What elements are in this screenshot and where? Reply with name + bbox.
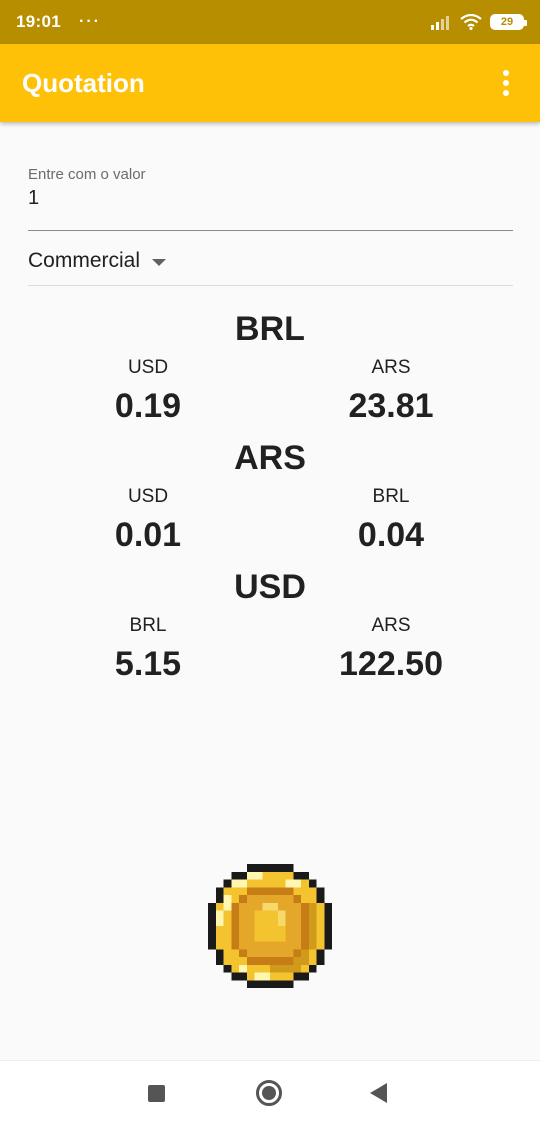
quote-cell-label: BRL	[372, 486, 410, 507]
quote-cell-value: 5.15	[114, 645, 182, 683]
quote-cell-value: 0.04	[357, 516, 425, 554]
quote-cell: USD 0.19	[48, 357, 248, 426]
amount-field[interactable]: Entre com o valor	[28, 162, 513, 231]
status-icons: 29	[430, 14, 527, 30]
navigation-bar	[0, 1060, 540, 1124]
quote-cell-label: USD	[127, 486, 169, 507]
quote-group-title: ARS	[234, 439, 306, 477]
quote-type-dropdown[interactable]: Commercial	[28, 243, 513, 286]
status-bar: 19:01 ··· 29	[0, 0, 540, 44]
quote-cell-value: 0.19	[114, 387, 182, 425]
quote-cell-label: BRL	[129, 615, 167, 636]
recents-square-icon[interactable]	[148, 1085, 165, 1102]
arrow-drop-down-icon	[152, 259, 167, 266]
quote-cell: BRL 0.04	[291, 486, 491, 555]
quote-group-title: BRL	[235, 310, 305, 348]
notification-dots-icon: ···	[78, 13, 101, 30]
home-circle-icon[interactable]	[256, 1080, 282, 1106]
signal-icon	[431, 16, 449, 30]
app-title: Quotation	[22, 67, 145, 98]
quote-cell-value: 122.50	[339, 645, 443, 683]
battery-icon: 29	[490, 14, 527, 30]
quote-cell-label: ARS	[371, 615, 411, 636]
quote-cell-value: 23.81	[348, 387, 434, 425]
quote-cell: ARS 23.81	[291, 357, 491, 426]
quote-cell: ARS 122.50	[291, 615, 491, 684]
quote-cell-label: ARS	[371, 357, 411, 378]
quote-cell: BRL 5.15	[48, 615, 248, 684]
wifi-icon	[460, 14, 482, 30]
quote-cell-value: 0.01	[114, 516, 182, 554]
battery-level: 29	[500, 16, 514, 28]
pixel-coin-icon	[208, 864, 332, 988]
back-triangle-icon[interactable]	[370, 1083, 387, 1103]
quote-cell-label: USD	[127, 357, 169, 378]
quote-type-value: Commercial	[28, 249, 141, 272]
more-vert-icon[interactable]	[494, 63, 518, 103]
amount-label: Entre com o valor	[28, 166, 146, 183]
amount-input[interactable]	[28, 187, 513, 210]
app-bar: Quotation	[0, 44, 540, 122]
quote-group-title: USD	[234, 568, 306, 606]
status-time: 19:01	[16, 12, 61, 31]
quote-cell: USD 0.01	[48, 486, 248, 555]
